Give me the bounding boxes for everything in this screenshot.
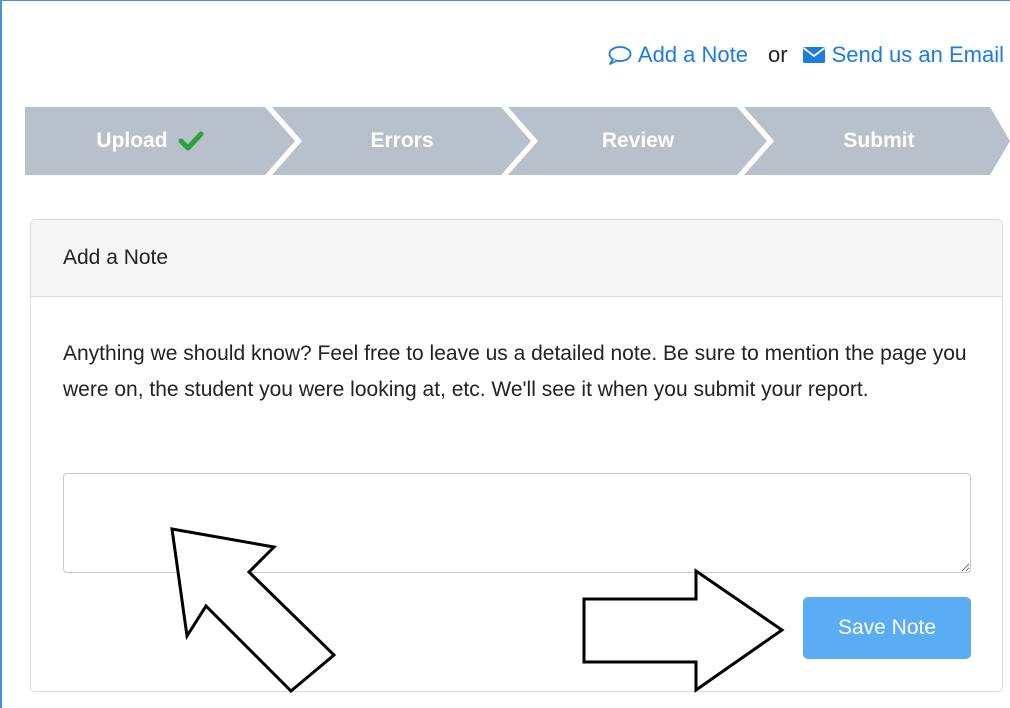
send-email-link[interactable]: Send us an Email [802, 42, 1004, 68]
add-note-panel: Add a Note Anything we should know? Feel… [30, 219, 1003, 692]
add-note-link-label: Add a Note [637, 42, 748, 67]
envelope-icon [802, 46, 826, 64]
send-email-link-label: Send us an Email [831, 42, 1004, 67]
note-textarea[interactable] [63, 473, 971, 573]
checkmark-icon [178, 130, 204, 152]
step-review[interactable]: Review [523, 107, 753, 175]
progress-stepper: Upload Errors Review Submit [25, 107, 1010, 175]
speech-bubble-icon [608, 45, 632, 65]
step-errors-label: Errors [370, 129, 434, 152]
step-upload[interactable]: Upload [25, 107, 275, 175]
step-upload-label: Upload [96, 129, 168, 152]
step-submit[interactable]: Submit [759, 107, 999, 175]
step-submit-label: Submit [843, 129, 915, 152]
panel-description: Anything we should know? Feel free to le… [63, 342, 967, 401]
step-review-label: Review [601, 129, 675, 152]
add-note-link[interactable]: Add a Note [608, 42, 748, 68]
save-note-button[interactable]: Save Note [803, 597, 971, 659]
or-separator: or [768, 42, 788, 67]
panel-title: Add a Note [63, 246, 169, 269]
panel-header: Add a Note [31, 220, 1002, 297]
step-errors[interactable]: Errors [287, 107, 517, 175]
help-links: Add a Note or Send us an Email [608, 42, 1004, 68]
